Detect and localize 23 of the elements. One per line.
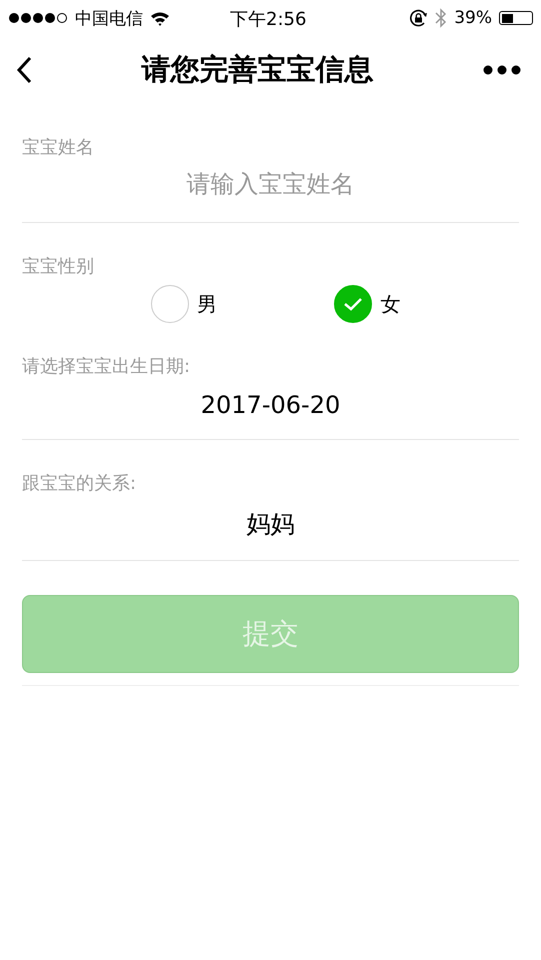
bluetooth-icon — [435, 8, 448, 28]
signal-icon — [8, 12, 68, 24]
field-label: 宝宝姓名 — [22, 136, 95, 160]
radio-button[interactable] — [150, 285, 189, 323]
option-label: 男 — [196, 290, 217, 318]
more-icon[interactable] — [483, 65, 521, 75]
back-icon[interactable] — [16, 56, 32, 84]
battery-percent: 39% — [454, 8, 492, 28]
date-picker[interactable]: 2017-06-20 — [22, 381, 519, 439]
name-input[interactable]: 请输入宝宝姓名 — [22, 162, 519, 206]
field-label: 请选择宝宝出生日期: — [22, 355, 192, 379]
status-time: 下午2:56 — [230, 8, 306, 31]
option-label: 女 — [380, 290, 400, 318]
radio-button[interactable] — [334, 285, 372, 323]
field-label: 宝宝性别 — [22, 255, 95, 279]
relation-picker[interactable]: 妈妈 — [22, 498, 519, 560]
wifi-icon — [150, 10, 170, 26]
field-label: 跟宝宝的关系: — [22, 472, 138, 496]
rotation-lock-icon — [409, 8, 428, 28]
page-title: 请您完善宝宝信息 — [142, 51, 374, 88]
battery-icon — [499, 11, 533, 25]
carrier-name: 中国电信 — [75, 8, 143, 30]
check-icon — [343, 296, 364, 312]
